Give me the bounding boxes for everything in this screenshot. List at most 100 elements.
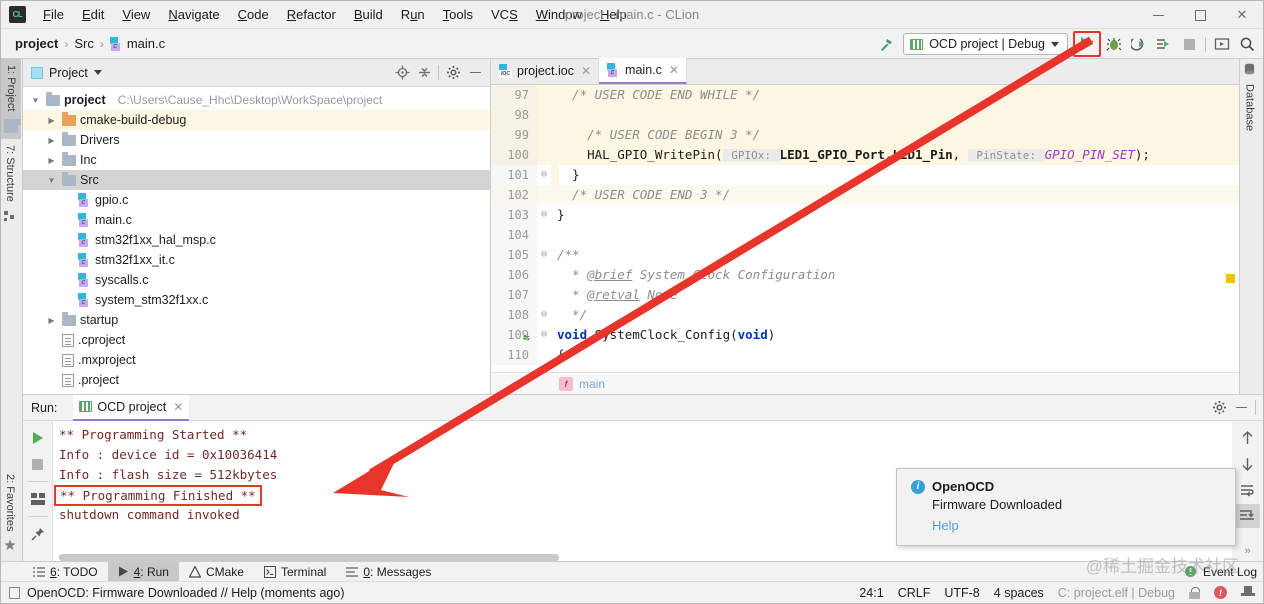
tree-node[interactable]: stm32f1xx_hal_msp.c [23,230,490,250]
minimize-icon[interactable] [1230,397,1252,419]
tree-node[interactable]: main.c [23,210,490,230]
tab-project-ioc[interactable]: project.ioc ✕ [491,58,600,84]
profile-button[interactable] [1152,32,1176,56]
collapse-all-icon[interactable] [413,62,435,84]
indent-setting[interactable]: 4 spaces [994,586,1044,600]
tree-node[interactable]: syscalls.c [23,270,490,290]
sidebar-item-cmake[interactable]: CMake [179,562,254,582]
tree-expand-arrow-icon[interactable]: ▼ [29,96,42,105]
tree-expand-arrow-icon[interactable]: ▼ [45,176,58,185]
menu-window[interactable]: Window [527,3,591,26]
sidebar-item-terminal[interactable]: Terminal [254,562,336,582]
sidebar-item-structure[interactable]: 7: Structure [1,139,19,228]
code-fold-icon[interactable]: ⊖ [537,305,551,325]
sidebar-item-messages[interactable]: 0: Messages [336,562,441,582]
line-number[interactable]: 104 [491,225,537,245]
menu-vcs[interactable]: VCS [482,3,527,26]
minimize-button[interactable] [1137,1,1179,29]
tree-node[interactable]: stm32f1xx_it.c [23,250,490,270]
debug-button[interactable] [1102,32,1126,56]
code-editor[interactable]: 97 /* USER CODE END WHILE */98 99 /* USER… [491,85,1239,394]
sidebar-item-database[interactable]: Database [1240,59,1259,137]
breadcrumb-src[interactable]: Src [70,34,98,53]
search-icon[interactable] [1235,32,1259,56]
line-number[interactable]: 100 [491,145,537,165]
menu-code[interactable]: Code [229,3,278,26]
close-icon[interactable]: ✕ [669,63,679,77]
line-number[interactable]: 107 [491,285,537,305]
run-button[interactable] [1073,31,1101,57]
tree-expand-arrow-icon[interactable]: ▶ [45,136,58,145]
menu-refactor[interactable]: Refactor [278,3,345,26]
rerun-button[interactable] [26,426,50,450]
gear-icon[interactable] [442,62,464,84]
line-number[interactable]: 102 [491,185,537,205]
attach-to-process-button[interactable] [1127,32,1151,56]
update-application-button[interactable] [1210,32,1234,56]
status-message[interactable]: OpenOCD: Firmware Downloaded // Help (mo… [27,586,344,600]
menu-tools[interactable]: Tools [434,3,482,26]
line-number[interactable]: 105 [491,245,537,265]
tree-node[interactable]: ▼ project C:\Users\Cause_Hhc\Desktop\WorkS… [23,90,490,110]
line-number[interactable]: 98 [491,105,537,125]
previous-occurrence-button[interactable] [1236,426,1260,450]
menu-file[interactable]: File [34,3,73,26]
tree-node[interactable]: ▶ Inc [23,150,490,170]
tree-node[interactable]: ▶ startup [23,310,490,330]
tree-node[interactable]: ▶ Drivers [23,130,490,150]
line-number[interactable]: 109 [491,325,537,345]
build-config-status[interactable]: C: project.elf | Debug [1058,586,1175,600]
tree-expand-arrow-icon[interactable]: ▶ [45,316,58,325]
sidebar-item-run[interactable]: 4: Run [107,561,179,582]
pin-button[interactable] [26,522,50,546]
line-number[interactable]: 97 [491,85,537,105]
line-number[interactable]: 101 [491,165,537,185]
breadcrumb-project[interactable]: project [11,34,62,53]
locate-icon[interactable] [391,62,413,84]
code-fold-icon[interactable]: ⊖ [537,245,551,265]
line-number[interactable]: 108 [491,305,537,325]
line-number[interactable]: 106 [491,265,537,285]
code-fold-icon[interactable]: ⊖ [537,205,551,225]
code-fold-icon[interactable]: ⊖ [537,165,551,185]
expand-toolbar-button[interactable]: » [1236,539,1260,563]
file-encoding[interactable]: UTF-8 [944,586,979,600]
close-icon[interactable]: ✕ [581,64,591,78]
lock-icon[interactable] [1189,586,1200,599]
menu-view[interactable]: View [113,3,159,26]
menu-help[interactable]: Help [591,3,636,26]
menu-run[interactable]: Run [392,3,434,26]
next-occurrence-button[interactable] [1236,452,1260,476]
line-number[interactable]: 99 [491,125,537,145]
project-pane-title[interactable]: Project [31,66,391,80]
tree-node[interactable]: gpio.c [23,190,490,210]
error-icon[interactable]: ! [1214,586,1227,599]
tree-node[interactable]: ▼ Src [23,170,490,190]
tree-node[interactable]: .project [23,370,490,390]
stop-button[interactable] [1177,32,1201,56]
sidebar-item-project[interactable]: 1: Project [1,59,21,140]
notification-help-link[interactable]: Help [932,518,1221,533]
tree-node[interactable]: .mxproject [23,350,490,370]
breadcrumb-file[interactable]: main.c [106,34,169,53]
minimize-icon[interactable] [464,62,486,84]
tree-expand-arrow-icon[interactable]: ▶ [45,156,58,165]
menu-edit[interactable]: Edit [73,3,113,26]
run-configuration-selector[interactable]: OCD project | Debug [903,33,1068,55]
tree-node[interactable]: .cproject [23,330,490,350]
hat-icon[interactable] [1241,586,1255,599]
sidebar-item-favorites[interactable]: 2: Favorites [1,468,19,557]
tab-main-c[interactable]: main.c ✕ [599,58,687,84]
line-number[interactable]: 110 [491,345,537,365]
line-number[interactable]: 103 [491,205,537,225]
event-log-button[interactable]: Event Log [1184,565,1257,579]
close-icon[interactable]: ✕ [1221,1,1263,29]
console-horizontal-scrollbar[interactable] [59,554,559,561]
run-tab-ocd-project[interactable]: OCD project ✕ [73,394,190,421]
close-icon[interactable]: ✕ [173,400,183,414]
gear-icon[interactable] [1208,397,1230,419]
function-breadcrumb[interactable]: f main [491,372,1239,394]
tree-expand-arrow-icon[interactable]: ▶ [45,116,58,125]
menu-navigate[interactable]: Navigate [159,3,228,26]
line-separator[interactable]: CRLF [898,586,931,600]
